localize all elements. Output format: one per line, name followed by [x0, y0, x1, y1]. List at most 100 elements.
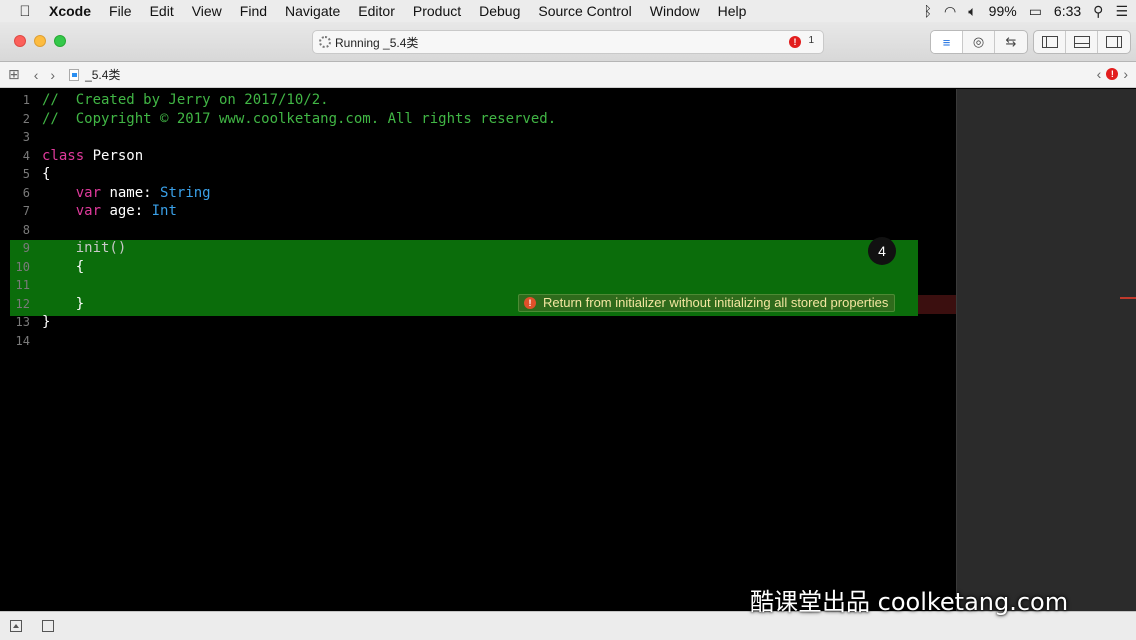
related-items-grid-icon[interactable]: ⊞: [8, 66, 20, 83]
bluetooth-icon[interactable]: ᛒ: [924, 0, 932, 22]
menu-window[interactable]: Window: [641, 0, 709, 22]
code-line[interactable]: 13}: [0, 313, 956, 332]
status-area: ᛒ ◠ 🔈︎ 99% ▭ 6:33 ⚲ ☰: [924, 0, 1128, 22]
show-debug-area-icon[interactable]: [10, 620, 22, 632]
menu-xcode[interactable]: Xcode: [40, 0, 100, 22]
code-line[interactable]: 2 // Copyright © 2017 www.coolketang.com.…: [0, 110, 956, 129]
toggle-inspector-button[interactable]: [1098, 31, 1130, 53]
watermark-text: 酷课堂出品 coolketang.com: [750, 588, 1069, 616]
menu-file[interactable]: File: [100, 0, 141, 22]
battery-percent[interactable]: 99%: [989, 3, 1017, 19]
code-token: String: [160, 184, 211, 201]
zoom-window-button[interactable]: [54, 35, 66, 47]
line-number[interactable]: 14: [0, 332, 30, 351]
code-line[interactable]: 3: [0, 128, 956, 147]
menu-source-control[interactable]: Source Control: [529, 0, 640, 22]
wifi-icon[interactable]: ◠: [944, 0, 956, 22]
menu-edit[interactable]: Edit: [141, 0, 183, 22]
inline-issue-message[interactable]: ! Return from initializer without initia…: [518, 294, 896, 312]
error-icon[interactable]: !: [1106, 68, 1119, 80]
line-number[interactable]: 9: [0, 239, 30, 258]
line-number[interactable]: 12: [0, 295, 30, 314]
menu-editor[interactable]: Editor: [349, 0, 404, 22]
battery-icon[interactable]: ▭: [1029, 0, 1042, 22]
line-number[interactable]: 3: [0, 128, 30, 147]
minimap[interactable]: [956, 89, 1136, 611]
volume-icon[interactable]: 🔈︎: [968, 0, 976, 22]
error-icon[interactable]: !: [789, 36, 801, 48]
assistant-editor-button[interactable]: ◎: [963, 31, 995, 53]
menu-product[interactable]: Product: [404, 0, 470, 22]
code-line[interactable]: 8: [0, 221, 956, 240]
code-token: init(): [42, 240, 127, 256]
jump-bar: ⊞ ‹ › _5.4类 ‹ ! ›: [0, 62, 1136, 88]
spotlight-icon[interactable]: ⚲: [1093, 0, 1103, 22]
line-number[interactable]: 2: [0, 110, 30, 129]
code-line[interactable]: 11: [0, 276, 956, 295]
back-chevron-icon[interactable]: ‹: [34, 67, 39, 83]
code-line[interactable]: 5{: [0, 165, 956, 184]
code-token: }: [42, 295, 85, 312]
code-text: }: [42, 313, 50, 332]
code-text: var age: Int: [42, 202, 177, 221]
code-line[interactable]: 9 init(): [0, 239, 956, 258]
assistant-editor-icon: ◎: [972, 34, 985, 49]
issue-text: Return from initializer without initiali…: [543, 295, 889, 310]
next-issue-chevron-icon[interactable]: ›: [1123, 66, 1128, 82]
menu-view[interactable]: View: [183, 0, 231, 22]
code-line[interactable]: 4 class Person: [0, 147, 956, 166]
code-token: var: [75, 184, 102, 201]
standard-editor-button[interactable]: ≡: [931, 31, 963, 53]
previous-issue-chevron-icon[interactable]: ‹: [1097, 66, 1102, 82]
code-line[interactable]: 10 {: [0, 258, 956, 277]
code-line[interactable]: 1 // Created by Jerry on 2017/10/2.: [0, 91, 956, 110]
version-editor-icon: ⇆: [1005, 34, 1017, 49]
breadcrumb-file[interactable]: _5.4类: [85, 66, 120, 83]
line-number[interactable]: 13: [0, 313, 30, 332]
code-text: init(): [42, 239, 127, 258]
activity-viewer[interactable]: Running _5.4类 ! 1: [312, 30, 824, 54]
line-number[interactable]: 8: [0, 221, 30, 240]
issue-navigation: ‹ ! ›: [1089, 66, 1128, 82]
activity-status-text: Running _5.4类: [335, 35, 419, 50]
error-count[interactable]: 1: [808, 35, 814, 46]
code-line[interactable]: 14: [0, 332, 956, 351]
line-number[interactable]: 7: [0, 202, 30, 221]
code-token: {: [42, 258, 85, 275]
step-number-badge: 4: [868, 237, 896, 265]
code-text: }: [42, 295, 84, 314]
menu-debug[interactable]: Debug: [470, 0, 529, 22]
apple-menu-icon[interactable]: : [0, 3, 40, 20]
version-editor-button[interactable]: ⇆: [995, 31, 1027, 53]
line-number[interactable]: 5: [0, 165, 30, 184]
minimize-window-button[interactable]: [34, 35, 46, 47]
toggle-navigator-button[interactable]: [1034, 31, 1066, 53]
toggle-debug-area-button[interactable]: [1066, 31, 1098, 53]
code-text: {: [42, 258, 84, 277]
code-text: class Person: [42, 147, 143, 166]
line-number[interactable]: 10: [0, 258, 30, 277]
line-number[interactable]: 4: [0, 147, 30, 166]
menu-find[interactable]: Find: [231, 0, 276, 22]
code-text: // Copyright © 2017 www.coolketang.com. …: [42, 110, 556, 129]
notification-center-icon[interactable]: ☰: [1115, 0, 1128, 22]
error-icon: !: [524, 297, 536, 309]
code-line[interactable]: 6 var name: String: [0, 184, 956, 203]
code-token: name:: [101, 184, 161, 201]
code-token: {: [42, 166, 51, 182]
line-number[interactable]: 6: [0, 184, 30, 203]
close-window-button[interactable]: [14, 35, 26, 47]
forward-chevron-icon[interactable]: ›: [50, 67, 55, 83]
line-number[interactable]: 1: [0, 91, 30, 110]
clock[interactable]: 6:33: [1054, 3, 1081, 19]
menu-help[interactable]: Help: [709, 0, 756, 22]
menu-navigate[interactable]: Navigate: [276, 0, 349, 22]
panel-toggle-segmented: [1033, 30, 1131, 54]
code-token: Int: [151, 203, 177, 219]
stop-square-icon[interactable]: [42, 620, 54, 632]
line-number[interactable]: 11: [0, 276, 30, 295]
debug-pane-icon: [1073, 36, 1090, 48]
code-line[interactable]: 7 var age: Int: [0, 202, 956, 221]
source-editor[interactable]: 1 // Created by Jerry on 2017/10/2. 2 // Co…: [0, 89, 956, 611]
